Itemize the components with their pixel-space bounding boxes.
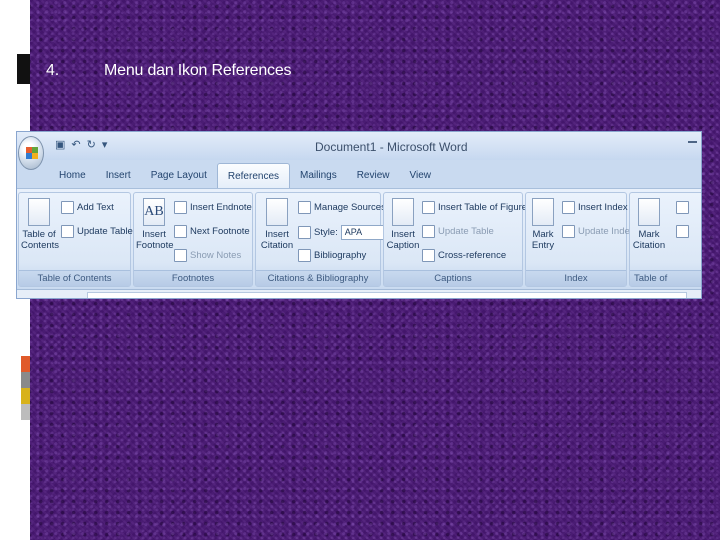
minimize-icon[interactable] xyxy=(688,141,697,143)
undo-icon[interactable]: ↶ xyxy=(71,138,80,151)
update-index-icon xyxy=(562,225,575,238)
horizontal-ruler xyxy=(17,289,701,298)
insert-caption-button[interactable]: Insert Caption xyxy=(386,198,420,251)
group-footnotes: AB Insert Footnote Insert Endnote Next F… xyxy=(133,192,253,287)
show-notes-button[interactable]: Show Notes xyxy=(174,249,241,262)
cross-reference-button[interactable]: Cross-reference xyxy=(422,249,506,262)
quick-access-toolbar: ▣ ↶ ↻ ▾ xyxy=(55,138,107,151)
insert-table-of-figures-button[interactable]: Insert Table of Figures xyxy=(422,201,532,214)
insert-citation-icon xyxy=(266,198,288,226)
mark-entry-button[interactable]: Mark Entry xyxy=(528,198,558,251)
style-value[interactable]: APA xyxy=(340,225,385,240)
table-of-contents-icon xyxy=(28,198,50,226)
show-notes-icon xyxy=(174,249,187,262)
insert-index-button[interactable]: Insert Index xyxy=(562,201,628,214)
style-select[interactable]: Style: APA xyxy=(298,225,385,240)
manage-sources-icon xyxy=(298,201,311,214)
insert-index-icon xyxy=(562,201,575,214)
update-table-icon xyxy=(61,225,74,238)
table-of-figures-icon xyxy=(422,201,435,214)
group-table-of-authorities: Mark Citation Table of Authorities xyxy=(629,192,701,298)
group-label: Footnotes xyxy=(134,270,252,286)
ribbon: Table of Contents Add Text Update Table … xyxy=(17,188,701,298)
slide-title: Menu dan Ikon References xyxy=(104,62,292,79)
cross-reference-icon xyxy=(422,249,435,262)
update-table-icon xyxy=(422,225,435,238)
slide-accent-block xyxy=(17,54,30,84)
insert-toa-button[interactable] xyxy=(676,201,689,214)
insert-endnote-button[interactable]: Insert Endnote xyxy=(174,201,252,214)
tab-review[interactable]: Review xyxy=(347,163,400,188)
word-window: ▣ ↶ ↻ ▾ Document1 - Microsoft Word Home … xyxy=(16,131,702,299)
tab-view[interactable]: View xyxy=(400,163,442,188)
group-captions: Insert Caption Insert Table of Figures U… xyxy=(383,192,532,287)
style-icon xyxy=(298,226,311,239)
tab-home[interactable]: Home xyxy=(49,163,96,188)
group-label: Captions xyxy=(384,270,522,286)
bibliography-icon xyxy=(298,249,311,262)
update-toa-button[interactable] xyxy=(676,225,689,238)
tab-references[interactable]: References xyxy=(216,163,291,188)
tab-insert[interactable]: Insert xyxy=(96,163,141,188)
mark-citation-button[interactable]: Mark Citation xyxy=(632,198,666,251)
office-button[interactable] xyxy=(18,136,44,170)
slide-number: 4. xyxy=(46,62,59,79)
group-citations-bibliography: Insert Citation Manage Sources Style: AP… xyxy=(255,192,386,287)
group-label: Citations & Bibliography xyxy=(256,270,380,286)
update-index-button[interactable]: Update Index xyxy=(562,225,635,238)
endnote-icon xyxy=(174,201,187,214)
group-label: Index xyxy=(526,270,626,286)
group-label: Table of Authorities xyxy=(630,270,701,298)
footnote-ab-icon: AB xyxy=(143,198,165,226)
save-icon[interactable]: ▣ xyxy=(55,138,65,151)
update-table-figures-button[interactable]: Update Table xyxy=(422,225,494,238)
window-title: Document1 - Microsoft Word xyxy=(315,140,468,154)
add-text-icon xyxy=(61,201,74,214)
insert-toa-icon xyxy=(676,201,689,214)
manage-sources-button[interactable]: Manage Sources xyxy=(298,201,386,214)
insert-citation-button[interactable]: Insert Citation xyxy=(258,198,296,251)
tab-mailings[interactable]: Mailings xyxy=(290,163,347,188)
ribbon-tabs: Home Insert Page Layout References Maili… xyxy=(49,163,441,188)
group-index: Mark Entry Insert Index Update Index Ind… xyxy=(525,192,635,287)
mark-citation-icon xyxy=(638,198,660,226)
customize-qat-icon[interactable]: ▾ xyxy=(102,138,108,151)
update-toa-icon xyxy=(676,225,689,238)
title-bar: ▣ ↶ ↻ ▾ Document1 - Microsoft Word xyxy=(17,132,701,170)
insert-caption-icon xyxy=(392,198,414,226)
table-of-contents-button[interactable]: Table of Contents xyxy=(21,198,59,251)
mark-entry-icon xyxy=(532,198,554,226)
update-table-button[interactable]: Update Table xyxy=(61,225,133,238)
next-footnote-icon xyxy=(174,225,187,238)
slide-accent-marks xyxy=(21,356,30,420)
next-footnote-button[interactable]: Next Footnote xyxy=(174,225,250,238)
insert-footnote-button[interactable]: AB Insert Footnote xyxy=(136,198,174,251)
group-label: Table of Contents xyxy=(19,270,130,286)
bibliography-button[interactable]: Bibliography xyxy=(298,249,366,262)
ruler-track[interactable] xyxy=(87,292,687,298)
group-table-of-contents: Table of Contents Add Text Update Table … xyxy=(18,192,133,287)
redo-icon[interactable]: ↻ xyxy=(87,138,96,151)
tab-page-layout[interactable]: Page Layout xyxy=(141,163,217,188)
add-text-button[interactable]: Add Text xyxy=(61,201,114,214)
